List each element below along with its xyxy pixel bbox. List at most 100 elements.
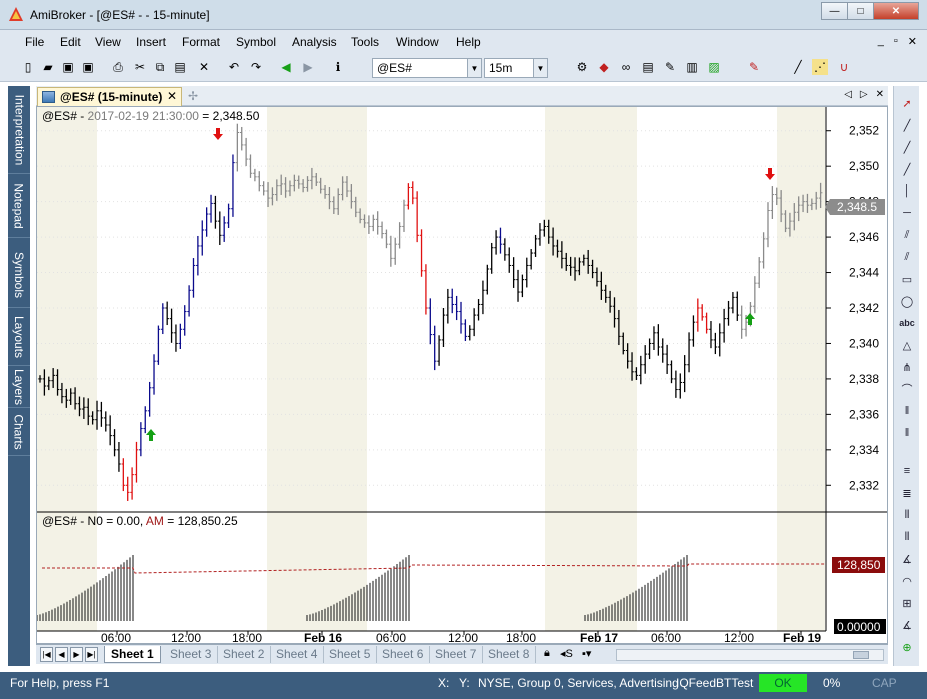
pen-color-icon[interactable]: ✎ bbox=[746, 59, 762, 75]
sheet-tab-4[interactable]: Sheet 4 bbox=[270, 646, 325, 663]
ray-icon[interactable]: ╱ bbox=[898, 138, 916, 156]
sheet-tab-1[interactable]: Sheet 1 bbox=[104, 646, 161, 663]
open-folder-icon[interactable]: ▰ bbox=[40, 59, 56, 75]
andrews-pitchfork-icon[interactable]: ⋔ bbox=[898, 358, 916, 376]
tab-scroll-right-icon[interactable]: ▷ bbox=[860, 89, 868, 100]
menu-analysis[interactable]: Analysis bbox=[292, 35, 337, 49]
text-tool-icon[interactable]: abc bbox=[898, 314, 916, 332]
channel-icon[interactable]: ⫽ bbox=[898, 226, 916, 244]
sidebar-tab-layouts[interactable]: Layouts bbox=[8, 308, 30, 366]
extended-line-icon[interactable]: ╱ bbox=[898, 160, 916, 178]
info-icon[interactable]: ℹ bbox=[330, 59, 346, 75]
horizontal-scrollbar[interactable] bbox=[616, 649, 884, 661]
sheet-last-icon[interactable]: ▶| bbox=[85, 647, 98, 662]
horizontal-line-icon[interactable]: ─ bbox=[898, 204, 916, 222]
sheet-prev-icon[interactable]: ◀ bbox=[55, 647, 68, 662]
menu-tools[interactable]: Tools bbox=[351, 35, 379, 49]
sheet-tab-3[interactable]: Sheet 3 bbox=[164, 646, 219, 663]
fan-icon[interactable]: ∡ bbox=[898, 616, 916, 634]
close-tab-icon[interactable]: ✕ bbox=[167, 89, 177, 103]
sheet-next-icon[interactable]: ▶ bbox=[70, 647, 83, 662]
optimize-icon[interactable]: ▨ bbox=[706, 59, 722, 75]
settings-gear-icon[interactable]: ⚙ bbox=[574, 59, 590, 75]
sidebar-tab-symbols[interactable]: Symbols bbox=[8, 242, 30, 308]
fibonacci-retracement-icon[interactable]: ≡ bbox=[898, 462, 916, 480]
menu-window[interactable]: Window bbox=[396, 35, 439, 49]
lock-icon[interactable]: 🔒︎ bbox=[544, 647, 550, 660]
menu-file[interactable]: File bbox=[25, 35, 44, 49]
sheet-sync-icon[interactable]: ◂S bbox=[560, 647, 573, 660]
chart-window[interactable]: @ES# - 2017-02-19 21:30:00 = 2,348.50 2,… bbox=[36, 106, 888, 644]
new-document-icon[interactable]: ▯ bbox=[20, 59, 36, 75]
close-document-icon[interactable]: ✕ bbox=[876, 89, 884, 100]
fibonacci-timezones-icon[interactable]: ‖ bbox=[898, 402, 916, 420]
sheet-first-icon[interactable]: |◀ bbox=[40, 647, 53, 662]
wizard-icon[interactable]: ✎ bbox=[662, 59, 678, 75]
fibonacci-extension-icon[interactable]: ≣ bbox=[898, 484, 916, 502]
mdi-restore-icon[interactable]: ▫ bbox=[894, 35, 898, 48]
sheet-tab-6[interactable]: Sheet 6 bbox=[376, 646, 431, 663]
chart-icon[interactable]: ▥ bbox=[684, 59, 700, 75]
new-tab-icon[interactable]: ✢ bbox=[188, 89, 198, 103]
draw-line-icon[interactable]: ╱ bbox=[790, 59, 806, 75]
redo-icon[interactable]: ↷ bbox=[248, 59, 264, 75]
minimize-button[interactable]: — bbox=[821, 2, 848, 20]
binoculars-icon[interactable]: ∞ bbox=[618, 59, 634, 75]
speed-lines-icon[interactable]: ⦀ bbox=[898, 528, 916, 546]
save-icon[interactable]: ▣ bbox=[60, 59, 76, 75]
back-arrow-icon[interactable]: ◀ bbox=[278, 59, 294, 75]
close-window-button[interactable]: ✕ bbox=[873, 2, 919, 20]
parallel-lines-icon[interactable]: ⫽ bbox=[898, 248, 916, 266]
sidebar-tab-interpretation[interactable]: Interpretation bbox=[8, 86, 30, 174]
interval-combo[interactable]: 15m ▼ bbox=[484, 58, 548, 78]
delete-icon[interactable]: ✕ bbox=[196, 59, 212, 75]
gann-square-icon[interactable]: ⊞ bbox=[898, 594, 916, 612]
triangle-icon[interactable]: △ bbox=[898, 336, 916, 354]
cut-icon[interactable]: ✂ bbox=[132, 59, 148, 75]
sheet-tab-7[interactable]: Sheet 7 bbox=[429, 646, 484, 663]
sheet-tab-5[interactable]: Sheet 5 bbox=[323, 646, 378, 663]
paste-icon[interactable]: ▤ bbox=[172, 59, 188, 75]
draw-dotted-line-icon[interactable]: ⋰ bbox=[812, 59, 828, 75]
chevron-down-icon[interactable]: ▼ bbox=[467, 59, 481, 77]
gann-fan-icon[interactable]: ∡ bbox=[898, 550, 916, 568]
add-tool-icon[interactable]: ⊕ bbox=[898, 638, 916, 656]
maximize-button[interactable]: □ bbox=[847, 2, 874, 20]
undo-icon[interactable]: ↶ bbox=[226, 59, 242, 75]
magnet-icon[interactable]: ∪ bbox=[836, 59, 852, 75]
print-icon[interactable]: ⎙ bbox=[110, 59, 126, 75]
sidebar-tab-charts[interactable]: Charts bbox=[8, 408, 30, 456]
trendline-icon[interactable]: ╱ bbox=[898, 116, 916, 134]
sidebar-tab-layers[interactable]: Layers bbox=[8, 366, 30, 408]
rectangle-icon[interactable]: ▭ bbox=[898, 270, 916, 288]
save-all-icon[interactable]: ▣ bbox=[80, 59, 96, 75]
menu-symbol[interactable]: Symbol bbox=[236, 35, 276, 49]
menu-format[interactable]: Format bbox=[182, 35, 220, 49]
menu-edit[interactable]: Edit bbox=[60, 35, 81, 49]
menu-view[interactable]: View bbox=[95, 35, 121, 49]
diamond-icon[interactable]: ◆ bbox=[596, 59, 612, 75]
menu-help[interactable]: Help bbox=[456, 35, 481, 49]
mdi-minimize-icon[interactable]: _ bbox=[878, 35, 884, 48]
tab-scroll-left-icon[interactable]: ◁ bbox=[844, 89, 852, 100]
forward-arrow-icon[interactable]: ▶ bbox=[300, 59, 316, 75]
cycles-icon[interactable]: ‖ bbox=[898, 424, 916, 442]
sheet-tab-8[interactable]: Sheet 8 bbox=[482, 646, 537, 663]
mdi-close-icon[interactable]: ✕ bbox=[908, 35, 917, 48]
fib-arcs-icon[interactable]: ◠ bbox=[898, 572, 916, 590]
select-arrow-icon[interactable]: ➚ bbox=[898, 94, 916, 112]
ellipse-icon[interactable]: ◯ bbox=[898, 292, 916, 310]
copy-icon[interactable]: ⧉ bbox=[152, 59, 168, 75]
sheet-tab-2[interactable]: Sheet 2 bbox=[217, 646, 272, 663]
report-icon[interactable]: ▤ bbox=[640, 59, 656, 75]
symbol-combo[interactable]: @ES# ▼ bbox=[372, 58, 482, 78]
arc-icon[interactable]: ⌒ bbox=[898, 380, 916, 398]
vertical-line-icon[interactable]: │ bbox=[898, 182, 916, 200]
scrollbar-thumb[interactable] bbox=[853, 651, 869, 659]
chart-document-tab[interactable]: @ES# (15-minute) ✕ bbox=[37, 87, 182, 106]
sidebar-tab-notepad[interactable]: Notepad bbox=[8, 174, 30, 238]
sheet-menu-icon[interactable]: ▪▾ bbox=[582, 647, 591, 660]
gann-lines-icon[interactable]: ⦀ bbox=[898, 506, 916, 524]
menu-insert[interactable]: Insert bbox=[136, 35, 166, 49]
chart-canvas[interactable]: @ES# - 2017-02-19 21:30:00 = 2,348.50 2,… bbox=[37, 107, 887, 643]
